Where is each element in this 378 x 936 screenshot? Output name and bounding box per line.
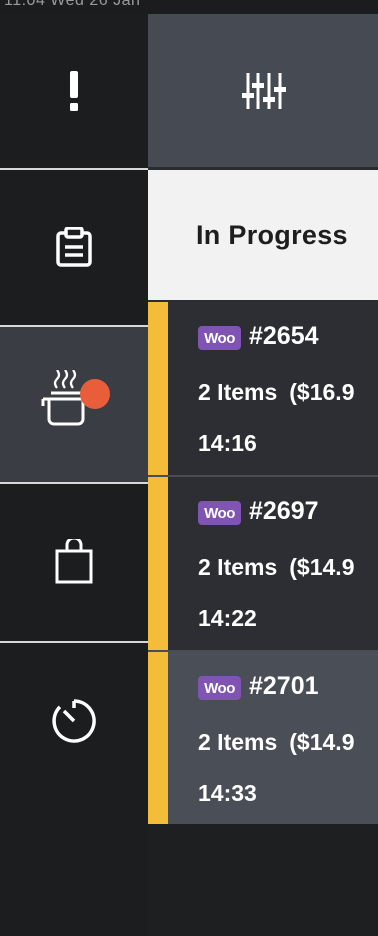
order-card[interactable]: Woo #2654 2 Items ($16.9 14:16 — [148, 302, 378, 475]
sliders-icon[interactable] — [241, 71, 287, 111]
order-status-bar — [148, 302, 168, 475]
status-bar-text: 11:04 Wed 26 Jan — [4, 0, 141, 9]
clipboard-icon — [56, 227, 92, 267]
tab-in-progress[interactable]: In Progress — [196, 220, 348, 251]
order-item-count: 2 Items — [198, 554, 278, 580]
order-items: 2 Items ($14.9 — [198, 554, 354, 581]
order-number: #2701 — [249, 672, 319, 700]
timer-icon — [52, 699, 96, 743]
main-panel: In Progress Woo #2654 2 Items ($16.9 14:1… — [148, 14, 378, 936]
sidebar — [0, 14, 148, 936]
order-card[interactable]: Woo #2697 2 Items ($14.9 14:22 — [148, 477, 378, 650]
order-status-bar — [148, 477, 168, 650]
order-item-count: 2 Items — [198, 379, 278, 405]
order-number: #2697 — [249, 497, 319, 525]
order-price: ($14.9 — [289, 554, 355, 580]
sidebar-item-alerts[interactable] — [0, 14, 148, 167]
order-time: 14:22 — [198, 605, 257, 631]
woocommerce-badge-icon: Woo — [198, 501, 241, 525]
order-items: 2 Items ($14.9 — [198, 729, 354, 756]
order-time: 14:33 — [198, 780, 257, 806]
status-bar: 11:04 Wed 26 Jan — [0, 0, 378, 14]
tab-bar: In Progress — [148, 170, 378, 300]
shopping-bag-icon — [55, 539, 93, 584]
order-price: ($16.9 — [289, 379, 355, 405]
sidebar-item-orders[interactable] — [0, 170, 148, 324]
order-card[interactable]: Woo #2701 2 Items ($14.9 14:33 — [148, 652, 378, 825]
order-time: 14:16 — [198, 430, 257, 456]
order-status-bar — [148, 652, 168, 825]
filter-bar — [148, 14, 378, 167]
woocommerce-badge-icon: Woo — [198, 326, 241, 350]
order-item-count: 2 Items — [198, 729, 278, 755]
order-items: 2 Items ($16.9 — [198, 379, 354, 406]
sidebar-item-bag[interactable] — [0, 484, 148, 640]
order-price: ($14.9 — [289, 729, 355, 755]
sidebar-item-timer[interactable] — [0, 643, 148, 799]
sidebar-item-in-progress[interactable] — [0, 327, 148, 482]
woocommerce-badge-icon: Woo — [198, 676, 241, 700]
exclamation-icon — [70, 70, 78, 111]
empty-area — [148, 824, 378, 936]
notification-badge — [80, 379, 110, 409]
order-number: #2654 — [249, 322, 319, 350]
